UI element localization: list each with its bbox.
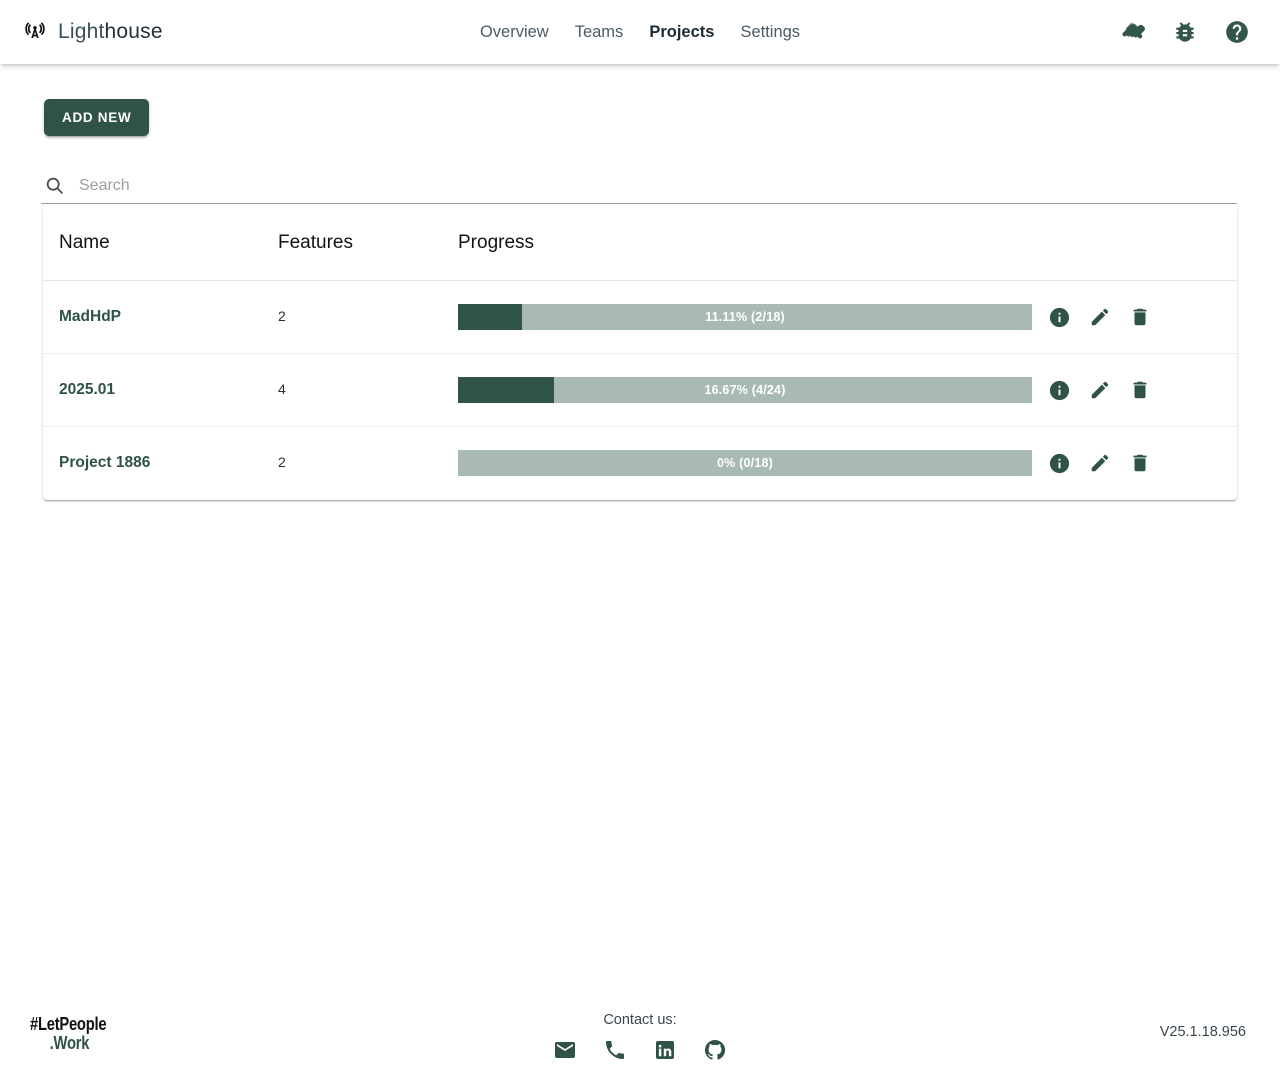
feature-count: 2 (278, 308, 286, 324)
progress-bar: 11.11% (2/18) (458, 304, 1032, 330)
projects-table-card: Name Features Progress MadHdP 2 11.11% (… (43, 204, 1237, 500)
header-action-icons (1120, 19, 1250, 45)
bug-icon[interactable] (1172, 19, 1198, 45)
column-header-features: Features (278, 204, 458, 281)
table-header-row: Name Features Progress (43, 204, 1237, 281)
cell-progress: 16.67% (4/24) (458, 353, 1048, 427)
table-row[interactable]: Project 1886 2 0% (0/18) (43, 427, 1237, 500)
main-navigation: Overview Teams Projects Settings (0, 23, 1280, 42)
cell-name: Project 1886 (43, 427, 278, 500)
nav-item-projects[interactable]: Projects (649, 23, 714, 42)
info-icon[interactable] (1048, 306, 1071, 329)
cell-features: 2 (278, 427, 458, 500)
github-icon[interactable] (703, 1038, 727, 1062)
table-row[interactable]: 2025.01 4 16.67% (4/24) (43, 353, 1237, 427)
nav-item-settings[interactable]: Settings (740, 23, 800, 42)
brand-name: Lighthouse (58, 20, 163, 44)
edit-pencil-icon[interactable] (1089, 379, 1111, 401)
info-icon[interactable] (1048, 452, 1071, 475)
cell-features: 2 (278, 280, 458, 354)
nav-item-overview[interactable]: Overview (480, 23, 549, 42)
cell-actions (1048, 353, 1237, 427)
brand-name-prefix: Light (58, 20, 105, 43)
help-circle-icon[interactable] (1224, 19, 1250, 45)
search-input[interactable] (77, 170, 1237, 201)
row-actions (1048, 379, 1237, 402)
project-name-link[interactable]: 2025.01 (59, 381, 115, 398)
progress-bar-label: 0% (0/18) (717, 456, 773, 471)
delete-trash-icon[interactable] (1129, 379, 1151, 401)
cell-actions (1048, 427, 1237, 500)
cell-progress: 0% (0/18) (458, 427, 1048, 500)
handshake-icon[interactable] (1120, 19, 1146, 45)
feature-count: 4 (278, 381, 286, 397)
search-bar[interactable] (41, 168, 1237, 204)
column-header-actions (1048, 204, 1237, 281)
feature-count: 2 (278, 454, 286, 471)
projects-table: Name Features Progress MadHdP 2 11.11% (… (43, 204, 1237, 500)
app-footer: #LetPeople .Work Contact us: V25.1.18.95… (0, 970, 1280, 1080)
cell-name: 2025.01 (43, 353, 278, 427)
cell-name: MadHdP (43, 280, 278, 354)
table-row[interactable]: MadHdP 2 11.11% (2/18) (43, 280, 1237, 354)
contact-section: Contact us: (0, 1012, 1280, 1062)
delete-trash-icon[interactable] (1129, 306, 1151, 328)
projects-table-body: MadHdP 2 11.11% (2/18) 2025.01 4 16.67% … (43, 280, 1237, 500)
add-new-button[interactable]: ADD NEW (44, 99, 150, 136)
brand-name-suffix: house (104, 20, 163, 43)
info-icon[interactable] (1048, 379, 1071, 402)
progress-bar-label: 11.11% (2/18) (705, 310, 785, 324)
app-header: Lighthouse Overview Teams Projects Setti… (0, 0, 1280, 64)
cell-progress: 11.11% (2/18) (458, 280, 1048, 354)
edit-pencil-icon[interactable] (1089, 452, 1111, 474)
email-icon[interactable] (553, 1038, 577, 1062)
broadcast-tower-icon (22, 19, 48, 45)
contact-title: Contact us: (603, 1012, 677, 1028)
edit-pencil-icon[interactable] (1089, 306, 1111, 328)
cell-actions (1048, 280, 1237, 354)
phone-icon[interactable] (603, 1038, 627, 1062)
progress-bar-label: 16.67% (4/24) (704, 383, 786, 397)
column-header-progress: Progress (458, 204, 1048, 281)
linkedin-icon[interactable] (653, 1038, 677, 1062)
row-actions (1048, 452, 1237, 475)
nav-item-teams[interactable]: Teams (575, 23, 624, 42)
column-header-name: Name (43, 204, 278, 281)
progress-bar: 16.67% (4/24) (458, 377, 1032, 403)
search-icon (44, 175, 65, 196)
delete-trash-icon[interactable] (1129, 452, 1151, 474)
project-name-link[interactable]: MadHdP (59, 308, 121, 325)
project-name-link[interactable]: Project 1886 (59, 454, 150, 471)
cell-features: 4 (278, 353, 458, 427)
app-version: V25.1.18.956 (1159, 1024, 1246, 1040)
brand-logo[interactable]: Lighthouse (22, 19, 163, 45)
progress-bar: 0% (0/18) (458, 450, 1032, 477)
row-actions (1048, 306, 1237, 329)
projects-table-head: Name Features Progress (43, 204, 1237, 281)
contact-icon-list (553, 1038, 727, 1062)
